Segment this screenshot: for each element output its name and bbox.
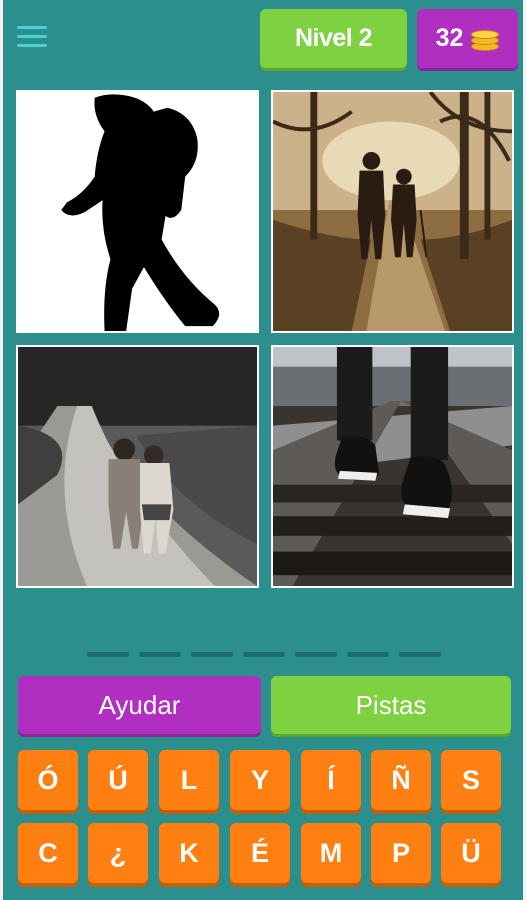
letter-key[interactable]: L [159,750,219,810]
letter-key[interactable]: Ü [441,823,501,883]
letter-key[interactable]: C [18,823,78,883]
photo-children-dirt-road [16,345,259,588]
answer-slot[interactable] [243,652,285,657]
coins-badge[interactable]: 32 [417,9,518,68]
letter-key[interactable]: Ó [18,750,78,810]
letter-key[interactable]: Y [230,750,290,810]
answer-slots [87,652,441,657]
letter-key[interactable]: M [301,823,361,883]
answer-slot[interactable] [191,652,233,657]
letter-key[interactable]: Ú [88,750,148,810]
hints-button[interactable]: Pistas [271,676,511,734]
letter-key[interactable]: Í [301,750,361,810]
answer-slot[interactable] [399,652,441,657]
photo-elderly-couple-path [271,90,514,333]
letter-key[interactable]: S [441,750,501,810]
letter-key[interactable]: P [371,823,431,883]
coin-stack-icon [471,27,500,51]
help-button[interactable]: Ayudar [18,676,261,734]
letter-key[interactable]: ¿ [88,823,148,883]
hamburger-menu-icon[interactable] [17,24,47,50]
answer-slot[interactable] [347,652,389,657]
answer-slot[interactable] [87,652,129,657]
letter-key[interactable]: K [159,823,219,883]
letter-key[interactable]: É [230,823,290,883]
answer-slot[interactable] [139,652,181,657]
app-frame: Nivel 2 32 Ayudar Pistas Ó Ú L Y Í Ñ S C… [0,0,526,900]
photo-silhouette-walker [16,90,259,333]
answer-slot[interactable] [295,652,337,657]
letter-key[interactable]: Ñ [371,750,431,810]
coin-count: 32 [435,24,464,52]
level-badge: Nivel 2 [260,9,407,68]
photo-sneakers-railroad [271,345,514,588]
